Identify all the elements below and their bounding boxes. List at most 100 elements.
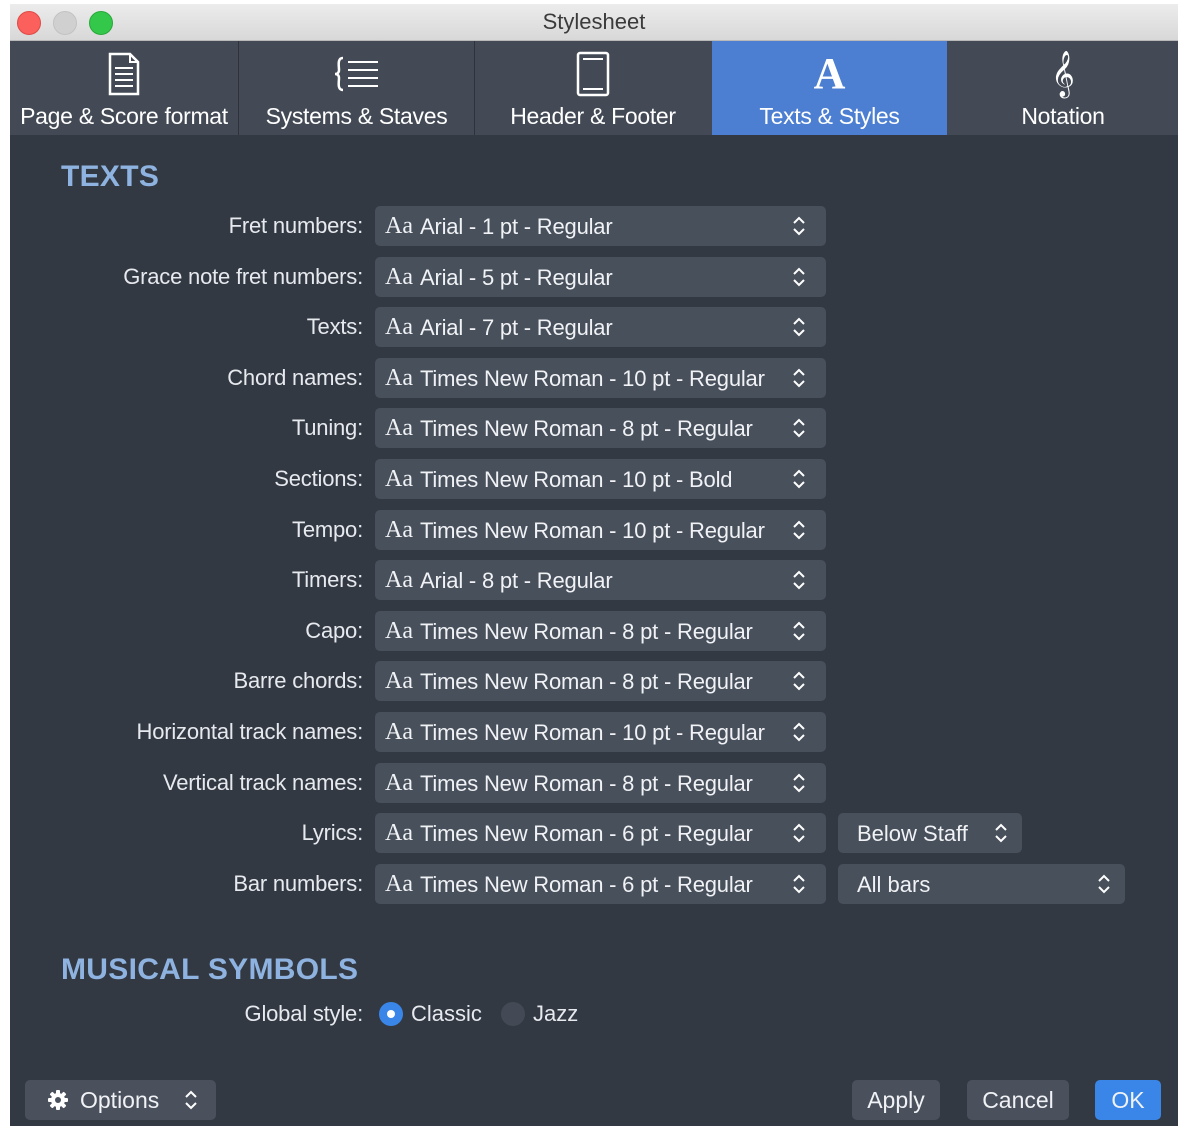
style-row-label: Chord names: [227,364,363,390]
font-style-select[interactable]: Aa Arial - 7 pt - Regular [375,307,826,348]
style-row-label: Tuning: [291,415,363,441]
font-preview-icon: Aa [385,516,413,543]
chevron-updown-icon [793,317,805,337]
window-title: Stylesheet [542,9,646,34]
font-preview-icon: Aa [385,668,413,695]
header-footer-icon [576,45,610,103]
font-style-value: Times New Roman - 8 pt - Regular [420,416,753,442]
font-style-select[interactable]: Aa Times New Roman - 8 pt - Regular [375,408,826,449]
chevron-updown-icon [793,671,805,691]
page-icon [107,45,141,103]
stylesheet-window: Stylesheet Page & Score format Systems &… [10,4,1178,1126]
cancel-button[interactable]: Cancel [967,1080,1069,1120]
chevron-updown-icon [793,368,805,388]
font-style-select[interactable]: Aa Arial - 5 pt - Regular [375,256,826,297]
bar-numbers-mode-select[interactable]: All bars [838,864,1125,904]
musical-symbols-section-title: MUSICAL SYMBOLS [61,953,359,986]
style-row-label: Fret numbers: [228,213,364,238]
ok-button[interactable]: OK [1095,1080,1161,1120]
font-style-value: Times New Roman - 10 pt - Regular [420,365,765,391]
tab-bar: Page & Score format Systems & Staves Hea… [10,41,1178,135]
font-style-select[interactable]: Aa Times New Roman - 10 pt - Regular [375,357,826,398]
tab-texts-styles[interactable]: A Texts & Styles [712,41,947,135]
font-style-value: Times New Roman - 8 pt - Regular [420,770,753,796]
font-style-select[interactable]: Aa Arial - 8 pt - Regular [375,560,826,601]
chevron-updown-icon [793,773,805,793]
style-row-label: Capo: [305,617,363,643]
chevron-updown-icon [1098,874,1110,894]
tab-notation[interactable]: 𝄞 Notation [948,41,1178,135]
font-style-value: Times New Roman - 8 pt - Regular [420,618,753,644]
bar-numbers-mode-value: All bars [857,872,931,897]
style-row-label: Texts: [306,314,363,340]
font-style-value: Arial - 8 pt - Regular [420,568,613,594]
chevron-updown-icon [793,722,805,742]
font-style-select[interactable]: Aa Times New Roman - 8 pt - Regular [375,610,826,651]
font-preview-icon: Aa [385,213,413,239]
tab-label: Texts & Styles [759,103,900,129]
lyrics-position-select[interactable]: Below Staff [838,813,1022,853]
chevron-updown-icon [185,1090,197,1110]
font-preview-icon: Aa [385,567,413,594]
chevron-updown-icon [793,621,805,641]
radio-classic[interactable] [379,1002,403,1026]
font-preview-icon: Aa [385,870,413,897]
style-row-label: Vertical track names: [163,769,363,795]
title-bar[interactable]: Stylesheet [10,4,1178,41]
texts-section-title: TEXTS [61,160,160,193]
style-row-label: Tempo: [292,516,363,542]
font-style-value: Arial - 5 pt - Regular [420,264,613,290]
font-style-value: Times New Roman - 10 pt - Regular [420,720,765,745]
tab-label: Systems & Staves [265,103,448,129]
font-style-select[interactable]: Aa Times New Roman - 6 pt - Regular [375,863,826,904]
font-preview-icon: Aa [385,364,413,391]
font-style-select[interactable]: Aa Times New Roman - 10 pt - Regular [375,509,826,550]
style-row-label: Grace note fret numbers: [123,263,363,289]
style-row-label: Horizontal track names: [136,719,364,744]
global-style-label: Global style: [244,1001,364,1026]
chevron-updown-icon [793,520,805,540]
style-row-label: Timers: [291,567,363,593]
lyrics-position-value: Below Staff [857,821,968,846]
font-style-select[interactable]: Aa Arial - 1 pt - Regular [375,206,826,246]
font-preview-icon: Aa [385,314,413,341]
font-style-select[interactable]: Aa Times New Roman - 8 pt - Regular [375,762,826,803]
font-style-value: Arial - 1 pt - Regular [420,214,613,239]
radio-jazz-label[interactable]: Jazz [533,1001,578,1027]
font-preview-icon: Aa [385,466,413,492]
font-style-value: Times New Roman - 10 pt - Bold [420,467,733,492]
radio-classic-label[interactable]: Classic [411,1001,482,1027]
font-style-select[interactable]: Aa Times New Roman - 10 pt - Bold [375,459,826,499]
font-style-value: Times New Roman - 6 pt - Regular [420,871,753,897]
font-style-select[interactable]: Aa Times New Roman - 8 pt - Regular [375,661,826,702]
font-preview-icon: Aa [385,820,413,847]
options-button[interactable]: Options [25,1080,216,1120]
radio-jazz[interactable] [501,1002,525,1026]
systems-staves-icon [334,45,380,103]
text-style-icon: A [813,49,846,98]
font-preview-icon: Aa [385,769,413,796]
chevron-updown-icon [793,216,805,236]
style-row-label: Bar numbers: [233,870,363,896]
chevron-updown-icon [793,418,805,438]
tab-page-score-format[interactable]: Page & Score format [10,41,238,135]
style-row-label: Sections: [274,466,363,491]
tab-label: Notation [1021,103,1105,129]
font-preview-icon: Aa [385,617,413,644]
style-row-label: Lyrics: [301,820,364,846]
font-style-select[interactable]: Aa Times New Roman - 10 pt - Regular [375,712,826,752]
treble-clef-icon: 𝄞 [1051,51,1075,97]
font-style-select[interactable]: Aa Times New Roman - 6 pt - Regular [375,813,826,854]
font-preview-icon: Aa [385,719,413,745]
font-preview-icon: Aa [385,263,413,290]
font-style-value: Arial - 7 pt - Regular [420,315,613,341]
chevron-updown-icon [793,874,805,894]
font-style-value: Times New Roman - 10 pt - Regular [420,517,765,543]
tab-label: Header & Footer [510,103,676,129]
tab-systems-staves[interactable]: Systems & Staves [239,41,474,135]
chevron-updown-icon [995,823,1007,843]
chevron-updown-icon [793,267,805,287]
apply-button[interactable]: Apply [852,1080,940,1120]
chevron-updown-icon [793,469,805,489]
tab-header-footer[interactable]: Header & Footer [475,41,711,135]
